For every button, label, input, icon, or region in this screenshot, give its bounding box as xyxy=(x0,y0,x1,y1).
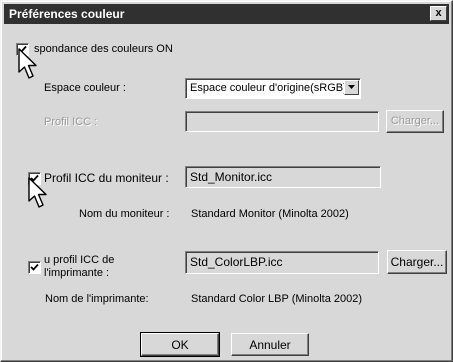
monitor-profile-field: Std_Monitor.icc xyxy=(185,166,381,188)
color-matching-label: spondance des couleurs ON xyxy=(34,43,173,55)
printer-profile-load-button[interactable]: Charger... xyxy=(387,250,447,274)
icc-profile-field xyxy=(185,111,379,132)
monitor-profile-label: Profil ICC du moniteur : xyxy=(44,171,169,185)
monitor-name-value: Standard Monitor (Minolta 2002) xyxy=(191,208,349,220)
title-bar[interactable]: Préférences couleur x xyxy=(4,4,449,24)
dropdown-button[interactable] xyxy=(344,80,359,95)
printer-profile-checkbox[interactable] xyxy=(28,261,41,274)
cancel-button[interactable]: Annuler xyxy=(231,333,309,356)
preferences-dialog: Préférences couleur x spondance des coul… xyxy=(0,0,453,362)
mouse-cursor-icon xyxy=(28,177,47,208)
printer-profile-label-line1: u profil ICC de xyxy=(44,254,115,266)
icc-profile-load-button: Charger... xyxy=(386,110,444,133)
color-space-selected: Espace couleur d'origine(sRGB) xyxy=(190,82,347,94)
checkmark-icon xyxy=(30,263,39,271)
printer-name-label: Nom de l'imprimante: xyxy=(45,293,149,305)
printer-profile-field: Std_ColorLBP.icc xyxy=(185,251,379,274)
color-space-select[interactable]: Espace couleur d'origine(sRGB) xyxy=(185,78,361,99)
printer-name-value: Standard Color LBP (Minolta 2002) xyxy=(191,293,363,305)
color-space-label: Espace couleur : xyxy=(44,82,126,94)
close-button[interactable]: x xyxy=(430,6,447,21)
monitor-name-label: Nom du moniteur : xyxy=(79,208,170,220)
window-title: Préférences couleur xyxy=(9,7,125,21)
printer-profile-label-line2: l'imprimante : xyxy=(44,267,110,279)
chevron-down-icon xyxy=(348,85,355,89)
ok-button[interactable]: OK xyxy=(140,332,220,357)
close-icon: x xyxy=(435,7,442,19)
icc-profile-label: Profil ICC : xyxy=(44,116,98,128)
mouse-cursor-icon xyxy=(18,48,37,79)
